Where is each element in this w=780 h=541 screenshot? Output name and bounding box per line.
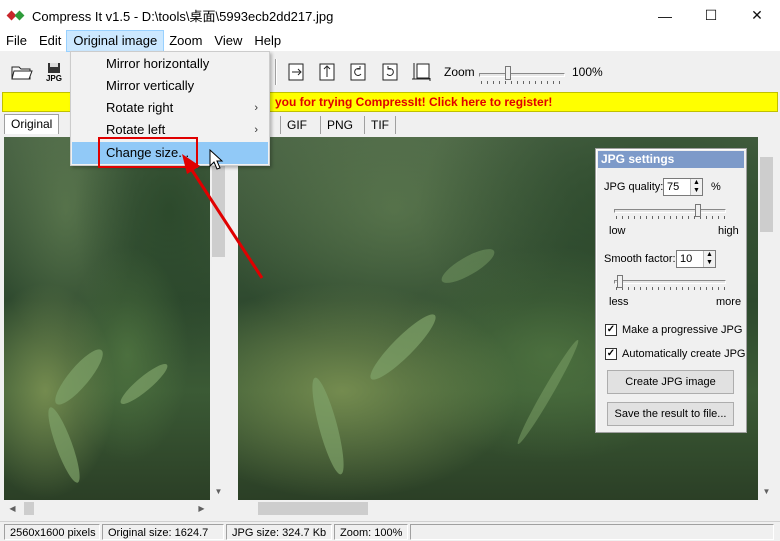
right-scroll-down-arrow[interactable]: ▼ <box>758 483 775 500</box>
smooth-more-label: more <box>716 296 742 308</box>
scroll-down-arrow[interactable]: ▼ <box>210 483 227 500</box>
smooth-less-label: less <box>609 296 629 308</box>
auto-create-checkbox[interactable]: ✓ <box>605 348 617 360</box>
annotation-arrow <box>182 154 264 279</box>
smooth-factor-input[interactable]: 10 ▲ ▼ <box>676 250 716 268</box>
left-horizontal-scrollbar[interactable]: ◀ ▶ <box>4 500 210 517</box>
smooth-factor-label: Smooth factor: <box>604 253 676 265</box>
jpg-quality-ticks <box>616 216 726 219</box>
menu-edit[interactable]: Edit <box>33 31 67 51</box>
menu-help[interactable]: Help <box>248 31 287 51</box>
tab-gif[interactable]: GIF <box>280 116 313 134</box>
tab-tif[interactable]: TIF <box>364 116 396 134</box>
smooth-slider-ticks <box>616 287 726 290</box>
title-bar: Compress It v1.5 - D:\tools\桌面\5993ecb2d… <box>0 0 780 31</box>
save-jpg-icon[interactable]: JPG <box>42 60 66 84</box>
mirror-horizontally-label: Mirror horizontally <box>106 56 210 71</box>
scroll-right-arrow[interactable]: ▶ <box>193 500 210 517</box>
quality-low-label: low <box>609 225 626 237</box>
right-vertical-scrollbar[interactable]: ▼ <box>758 137 775 500</box>
minimize-button[interactable]: — <box>642 0 688 31</box>
tab-png[interactable]: PNG <box>320 116 359 134</box>
smooth-slider-thumb[interactable] <box>617 275 623 288</box>
smooth-slider-track[interactable] <box>614 280 726 284</box>
mouse-cursor-icon <box>209 149 224 170</box>
open-folder-icon[interactable] <box>10 60 34 84</box>
status-bar: 2560x1600 pixels Original size: 1624.7 K… <box>0 521 780 541</box>
jpg-quality-slider-track[interactable] <box>614 209 726 213</box>
right-horizontal-scrollbar[interactable] <box>238 500 758 517</box>
scroll-left-arrow[interactable]: ◀ <box>4 500 21 517</box>
save-jpg-label: JPG <box>45 73 62 83</box>
window-title: Compress It v1.5 - D:\tools\桌面\5993ecb2d… <box>32 9 334 24</box>
status-jpg-size: JPG size: 324.7 Kb <box>226 524 332 540</box>
status-dimensions: 2560x1600 pixels <box>4 524 100 540</box>
resize-icon[interactable] <box>410 60 434 84</box>
zoom-label: Zoom <box>444 65 475 79</box>
zoom-slider-track[interactable] <box>479 73 565 77</box>
menu-item-rotate-right[interactable]: Rotate right › <box>72 97 268 119</box>
tab-original[interactable]: Original <box>4 114 60 134</box>
jpg-quality-slider-thumb[interactable] <box>695 204 701 217</box>
rotate-left-label: Rotate left <box>106 122 166 137</box>
status-zoom: Zoom: 100% <box>334 524 408 540</box>
menu-file[interactable]: File <box>0 31 33 51</box>
close-button[interactable]: ✕ <box>734 0 780 31</box>
right-vscroll-thumb[interactable] <box>760 157 773 232</box>
menu-zoom[interactable]: Zoom <box>163 31 208 51</box>
zoom-value: 100% <box>572 65 603 79</box>
maximize-button[interactable]: ☐ <box>688 0 734 31</box>
flip-vertical-icon[interactable] <box>315 60 339 84</box>
jpg-quality-value: 75 <box>667 181 680 193</box>
auto-create-label[interactable]: Automatically create JPG <box>622 348 746 360</box>
menu-original-image[interactable]: Original image <box>66 30 165 52</box>
progressive-checkbox[interactable]: ✓ <box>605 324 617 336</box>
mirror-vertically-label: Mirror vertically <box>106 78 195 93</box>
submenu-arrow-icon: › <box>254 124 258 136</box>
rotate-right-icon[interactable] <box>378 60 402 84</box>
register-banner-text[interactable]: you for trying CompressIt! Click here to… <box>275 95 552 109</box>
left-hscroll-thumb[interactable] <box>24 502 34 515</box>
jpg-quality-input[interactable]: 75 ▲ ▼ <box>663 178 703 196</box>
submenu-arrow-icon: › <box>254 102 258 114</box>
smooth-factor-value: 10 <box>680 253 693 265</box>
menu-view[interactable]: View <box>208 31 248 51</box>
flip-horizontal-icon[interactable] <box>284 60 308 84</box>
menu-item-mirror-vertically[interactable]: Mirror vertically <box>72 75 268 97</box>
menu-bar: File Edit Original image Zoom View Help <box>0 30 780 52</box>
jpg-quality-label: JPG quality: <box>604 181 664 193</box>
jpg-settings-title: JPG settings <box>598 151 744 168</box>
smooth-factor-spinner[interactable]: ▲ ▼ <box>703 251 715 267</box>
quality-high-label: high <box>718 225 739 237</box>
jpg-settings-panel: JPG settings JPG quality: 75 ▲ ▼ % low hi… <box>595 148 747 433</box>
zoom-slider-ticks <box>481 81 565 84</box>
zoom-slider-thumb[interactable] <box>505 66 511 80</box>
jpg-quality-unit: % <box>711 181 721 193</box>
right-hscroll-thumb[interactable] <box>258 502 368 515</box>
status-original-size: Original size: 1624.7 Kb <box>102 524 224 540</box>
create-jpg-button[interactable]: Create JPG image <box>607 370 734 394</box>
app-icon <box>6 8 25 24</box>
rotate-right-label: Rotate right <box>106 100 174 115</box>
save-result-button[interactable]: Save the result to file... <box>607 402 734 426</box>
rotate-left-icon[interactable] <box>346 60 370 84</box>
progressive-label[interactable]: Make a progressive JPG <box>622 324 742 336</box>
jpg-quality-spinner[interactable]: ▲ ▼ <box>690 179 702 195</box>
status-empty <box>410 524 774 540</box>
menu-item-mirror-horizontally[interactable]: Mirror horizontally <box>72 53 268 75</box>
